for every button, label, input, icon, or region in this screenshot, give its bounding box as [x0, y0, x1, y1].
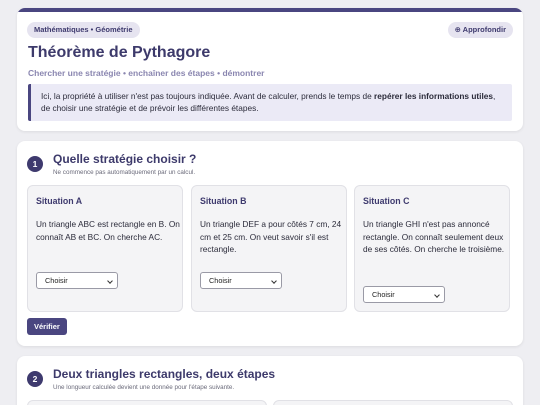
strategy-section: 1 Quelle stratégie choisir ? Ne commence… [17, 141, 523, 346]
intro-text-bold: repérer les informations utiles [374, 91, 494, 101]
header-card: Mathématiques • Géométrie ⊕ Approfondir … [17, 8, 523, 131]
situation-title: Situation B [200, 196, 247, 206]
intro-text-start: Ici, la propriété à utiliser n'est pas t… [41, 91, 375, 101]
situation-text: Un triangle DEF a pour côtés 7 cm, 24 cm… [200, 219, 342, 254]
section-description: Une longueur calculée devient une donnée… [53, 384, 235, 391]
strategy-select-c[interactable]: Choisir [363, 286, 445, 303]
subject-badge: Mathématiques • Géométrie [27, 22, 140, 38]
two-step-section: 2 Deux triangles rectangles, deux étapes… [17, 356, 523, 405]
verify-button[interactable]: Vérifier [27, 318, 67, 335]
intro-box: Ici, la propriété à utiliser n'est pas t… [28, 84, 512, 121]
chevron-down-icon [434, 292, 440, 298]
situation-title: Situation C [363, 196, 410, 206]
select-value: Choisir [45, 276, 68, 285]
chevron-down-icon [107, 278, 113, 284]
strategy-select-b[interactable]: Choisir [200, 272, 282, 289]
section-title: Quelle stratégie choisir ? [53, 152, 197, 166]
step-number-badge: 2 [27, 371, 43, 387]
situation-text: Un triangle ABC est rectangle en B. On c… [36, 219, 180, 242]
page-title: Théorème de Pythagore [28, 44, 211, 61]
situation-card-b: Situation B Un triangle DEF a pour côtés… [191, 185, 347, 312]
strategy-select-a[interactable]: Choisir [36, 272, 118, 289]
select-value: Choisir [209, 276, 232, 285]
header-accent-bar [17, 8, 523, 12]
exercise-panel [27, 400, 267, 405]
section-title: Deux triangles rectangles, deux étapes [53, 367, 276, 381]
situation-title: Situation A [36, 196, 83, 206]
situation-card-c: Situation C Un triangle GHI n'est pas an… [354, 185, 510, 312]
situation-text: Un triangle GHI n'est pas annoncé rectan… [363, 219, 505, 254]
situation-card-a: Situation A Un triangle ABC est rectangl… [27, 185, 183, 312]
select-value: Choisir [372, 290, 395, 299]
exercise-panel [273, 400, 513, 405]
section-description: Ne commence pas automatiquement par un c… [53, 169, 196, 176]
page-subtitle: Chercher une stratégie • enchaîner des é… [28, 68, 265, 78]
deepen-button[interactable]: ⊕ Approfondir [447, 22, 513, 38]
step-number-badge: 1 [27, 156, 43, 172]
chevron-down-icon [271, 278, 277, 284]
